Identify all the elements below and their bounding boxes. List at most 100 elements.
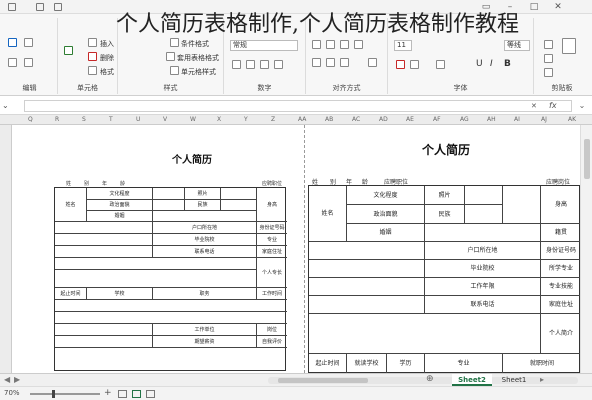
column-letter[interactable]: T [109, 116, 113, 123]
column-letter[interactable]: Y [244, 116, 248, 123]
cell[interactable]: 家庭住址 [257, 246, 287, 258]
column-letter[interactable]: AK [568, 116, 576, 123]
cell[interactable] [309, 260, 425, 278]
cell[interactable] [465, 205, 503, 224]
cell[interactable]: 照片 [185, 188, 221, 200]
zoom-slider[interactable] [30, 390, 100, 398]
currency-icon[interactable] [232, 60, 241, 69]
cell[interactable] [503, 186, 541, 224]
cell[interactable]: 姓名 [55, 188, 87, 222]
cell[interactable]: 所学专业 [541, 260, 581, 278]
cell[interactable]: 职务 [153, 288, 257, 300]
column-letter[interactable]: R [55, 116, 59, 123]
number-format-select[interactable]: 常规 [230, 40, 298, 51]
cell[interactable] [55, 222, 153, 234]
format-icon[interactable] [88, 66, 97, 75]
horizontal-scroll-thumb[interactable] [278, 378, 368, 383]
column-letter[interactable]: AA [298, 116, 306, 123]
merge-icon[interactable] [368, 58, 377, 67]
conditional-format-label[interactable]: 条件格式 [181, 39, 209, 49]
column-letter[interactable]: AD [379, 116, 388, 123]
cell[interactable]: 专业技能 [541, 278, 581, 296]
orientation-icon[interactable] [354, 40, 363, 49]
comma-icon[interactable] [260, 60, 269, 69]
cell[interactable] [55, 300, 287, 312]
cell[interactable]: 自我评价 [257, 336, 287, 348]
align-middle-icon[interactable] [326, 40, 335, 49]
cell[interactable]: 家庭住址 [541, 296, 581, 314]
cell[interactable] [309, 278, 425, 296]
cell[interactable] [153, 211, 257, 222]
cell-style-icon[interactable] [170, 66, 179, 75]
column-letter[interactable]: AC [352, 116, 360, 123]
cell[interactable]: 身份证号码 [257, 222, 287, 234]
cell[interactable]: 专业 [257, 234, 287, 246]
cell[interactable] [55, 234, 153, 246]
column-letter[interactable]: X [217, 116, 221, 123]
add-sheet-icon[interactable]: ⊕ [426, 374, 434, 384]
column-letter[interactable]: AB [325, 116, 333, 123]
vertical-scroll-thumb[interactable] [584, 139, 590, 179]
cell[interactable]: 户口所在地 [425, 242, 541, 260]
tab-sheet1[interactable]: Sheet1 [494, 374, 534, 386]
redo-icon[interactable] [54, 3, 62, 11]
column-letter[interactable]: AJ [541, 116, 547, 123]
column-letter[interactable]: AE [406, 116, 414, 123]
cell[interactable] [55, 336, 153, 348]
cell[interactable]: 工作时间 [257, 288, 287, 300]
column-letter[interactable]: V [163, 116, 167, 123]
cell-style-label[interactable]: 单元格样式 [181, 67, 216, 77]
cell[interactable] [221, 200, 257, 211]
cell[interactable]: 学历 [387, 354, 425, 374]
expand-formula-icon[interactable]: ⌄ [2, 100, 18, 112]
cell[interactable]: 期望薪资 [153, 336, 257, 348]
conditional-format-icon[interactable] [170, 38, 179, 47]
font-size-select[interactable]: 11 [394, 40, 412, 51]
cell[interactable] [153, 188, 185, 200]
cell[interactable]: 籍贯 [541, 224, 581, 242]
clear-icon[interactable] [64, 46, 73, 55]
cell[interactable]: 民族 [185, 200, 221, 211]
cell[interactable] [55, 348, 287, 372]
column-letter[interactable]: AI [514, 116, 520, 123]
sum-icon[interactable] [8, 38, 17, 47]
cell[interactable] [153, 200, 185, 211]
cell[interactable] [465, 186, 503, 205]
page-layout-view-icon[interactable] [118, 390, 127, 398]
cell[interactable]: 政治面貌 [87, 200, 153, 211]
cut-icon[interactable] [544, 40, 553, 49]
cell[interactable]: 文化程度 [87, 188, 153, 200]
cell[interactable] [309, 296, 425, 314]
undo-icon[interactable] [36, 3, 44, 11]
bold-button[interactable]: B [504, 59, 511, 69]
delete-icon[interactable] [88, 52, 97, 61]
zoom-level[interactable]: 70% [4, 389, 20, 397]
formula-input[interactable]: fx ✕ [24, 100, 572, 112]
worksheet-grid[interactable]: 个人简历 姓 别 年 龄 应聘职位 姓名 文化程度 照片 身高 政治面貌 民族 … [12, 125, 581, 374]
column-letter[interactable]: Z [271, 116, 275, 123]
cancel-formula-icon[interactable]: ✕ [531, 102, 537, 110]
cell[interactable] [55, 258, 257, 270]
column-letter[interactable]: S [82, 116, 86, 123]
cell[interactable]: 婚姻 [347, 224, 425, 242]
cell[interactable] [55, 324, 153, 336]
table-format-icon[interactable] [166, 52, 175, 61]
cell[interactable]: 文化程度 [347, 186, 425, 205]
cell[interactable]: 联系电话 [425, 296, 541, 314]
border-icon[interactable] [436, 60, 445, 69]
cell[interactable] [309, 314, 541, 354]
cell[interactable]: 个人专长 [257, 258, 287, 288]
normal-view-icon[interactable] [146, 390, 155, 398]
column-letter[interactable]: W [190, 116, 196, 123]
cell[interactable]: 学校 [87, 288, 153, 300]
cell[interactable] [55, 246, 153, 258]
fill-icon[interactable] [24, 38, 33, 47]
align-center-icon[interactable] [326, 58, 335, 67]
format-painter-icon[interactable] [544, 68, 553, 77]
cell[interactable]: 毕业院校 [153, 234, 257, 246]
column-letter[interactable]: Q [28, 116, 33, 123]
zoom-in-icon[interactable]: + [104, 388, 112, 398]
vertical-scrollbar[interactable] [580, 125, 592, 373]
cell[interactable]: 身高 [257, 188, 287, 222]
cell[interactable]: 姓名 [309, 186, 347, 242]
